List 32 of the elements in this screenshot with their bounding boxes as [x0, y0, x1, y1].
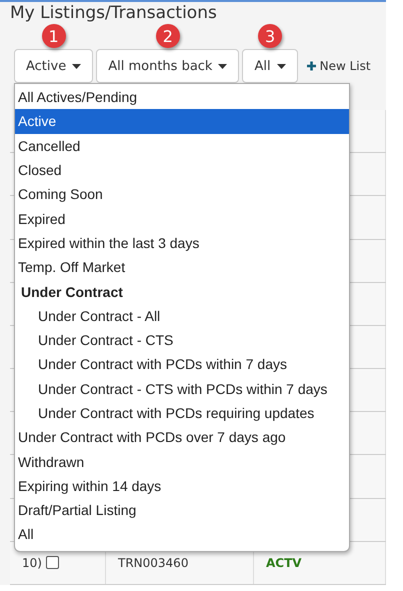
- menu-option[interactable]: Active: [15, 109, 349, 134]
- row-checkbox[interactable]: [46, 556, 59, 570]
- caret-icon: [218, 64, 228, 68]
- row-number: 10): [22, 556, 42, 570]
- menu-option[interactable]: Expiring within 14 days: [15, 474, 349, 498]
- new-listing-button[interactable]: New List: [300, 59, 371, 73]
- menu-option[interactable]: Withdrawn: [15, 449, 349, 474]
- filter-dropdown[interactable]: All: [242, 49, 298, 83]
- menu-option[interactable]: Closed: [15, 158, 349, 182]
- page-title: My Listings/Transactions: [10, 3, 217, 24]
- menu-option[interactable]: Cancelled: [15, 134, 349, 158]
- menu-option[interactable]: Coming Soon: [15, 182, 349, 206]
- step-badge: 1: [42, 24, 66, 48]
- menu-group-header: Under Contract: [20, 282, 124, 302]
- plus-icon: [306, 59, 316, 73]
- menu-option[interactable]: Under Contract with PCDs requiring updates: [15, 400, 349, 426]
- menu-option[interactable]: Under Contract with PCDs over 7 days ago: [15, 425, 349, 450]
- filter-dropdown[interactable]: Active: [14, 49, 94, 83]
- menu-option[interactable]: Under Contract - All: [15, 304, 349, 328]
- menu-option[interactable]: All Actives/Pending: [15, 85, 349, 110]
- step-badge: 2: [156, 24, 180, 48]
- menu-option[interactable]: Expired within the last 3 days: [15, 230, 349, 256]
- caret-icon: [276, 64, 286, 68]
- menu-option[interactable]: Temp. Off Market: [15, 255, 349, 280]
- menu-option[interactable]: Draft/Partial Listing: [15, 498, 349, 522]
- menu-option[interactable]: Under Contract - CTS with PCDs within 7 days: [15, 376, 349, 401]
- filter-dropdown[interactable]: All months back: [96, 49, 240, 83]
- menu-option[interactable]: Expired: [15, 206, 349, 231]
- step-badge: 3: [258, 24, 282, 48]
- menu-option[interactable]: Under Contract - CTS: [15, 328, 349, 352]
- caret-icon: [72, 64, 82, 68]
- menu-option[interactable]: Under Contract with PCDs within 7 days: [15, 352, 349, 377]
